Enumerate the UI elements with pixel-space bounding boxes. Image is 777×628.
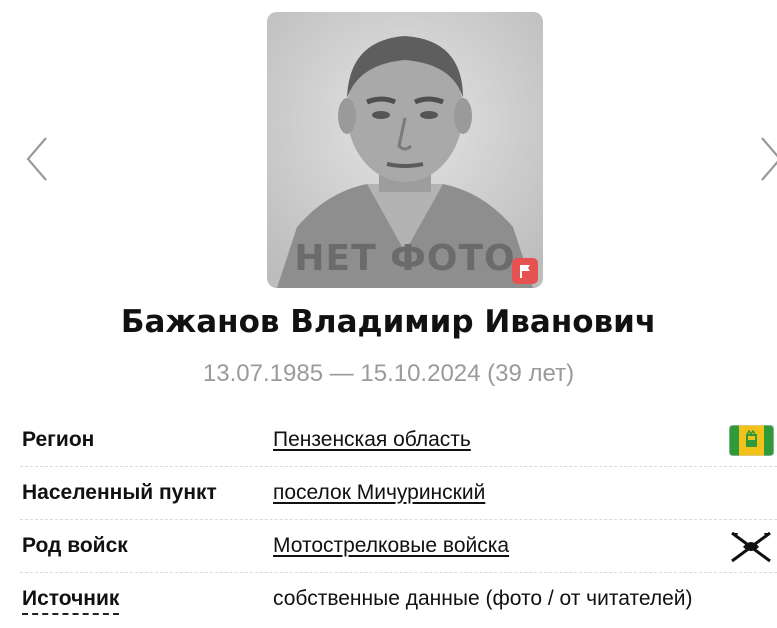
chevron-right-icon — [761, 137, 777, 181]
region-link[interactable]: Пензенская область — [273, 428, 471, 452]
details-table: Регион Пензенская область Населенный пун… — [20, 414, 777, 625]
settlement-label: Населенный пункт — [22, 481, 217, 504]
branch-label: Род войск — [22, 534, 128, 557]
report-flag-icon — [520, 265, 530, 278]
chevron-left-icon — [26, 137, 47, 181]
source-value: собственные данные (фото / от читателей) — [273, 587, 693, 610]
no-photo-label: НЕТ ФОТО — [294, 238, 516, 279]
report-flag-button[interactable] — [512, 258, 538, 284]
life-dates: 13.07.1985 — 15.10.2024 (39 лет) — [202, 360, 575, 387]
detail-row-branch: Род войск Мотострелковые войска — [20, 520, 777, 573]
detail-row-region: Регион Пензенская область — [20, 414, 777, 467]
next-arrow-button[interactable] — [752, 134, 777, 184]
detail-row-settlement: Населенный пункт поселок Мичуринский — [20, 467, 777, 520]
person-name: Бажанов Владимир Иванович — [120, 304, 657, 340]
region-label: Регион — [22, 428, 95, 451]
source-label[interactable]: Источник — [22, 587, 120, 615]
portrait-photo: НЕТ ФОТО — [267, 12, 543, 288]
previous-arrow-button[interactable] — [22, 134, 56, 184]
branch-link[interactable]: Мотострелковые войска — [273, 534, 509, 558]
detail-row-source: Источник собственные данные (фото / от ч… — [20, 573, 777, 625]
penza-region-flag-icon — [729, 425, 774, 456]
settlement-link[interactable]: поселок Мичуринский — [273, 481, 485, 505]
motor-rifle-troops-icon — [731, 531, 771, 563]
